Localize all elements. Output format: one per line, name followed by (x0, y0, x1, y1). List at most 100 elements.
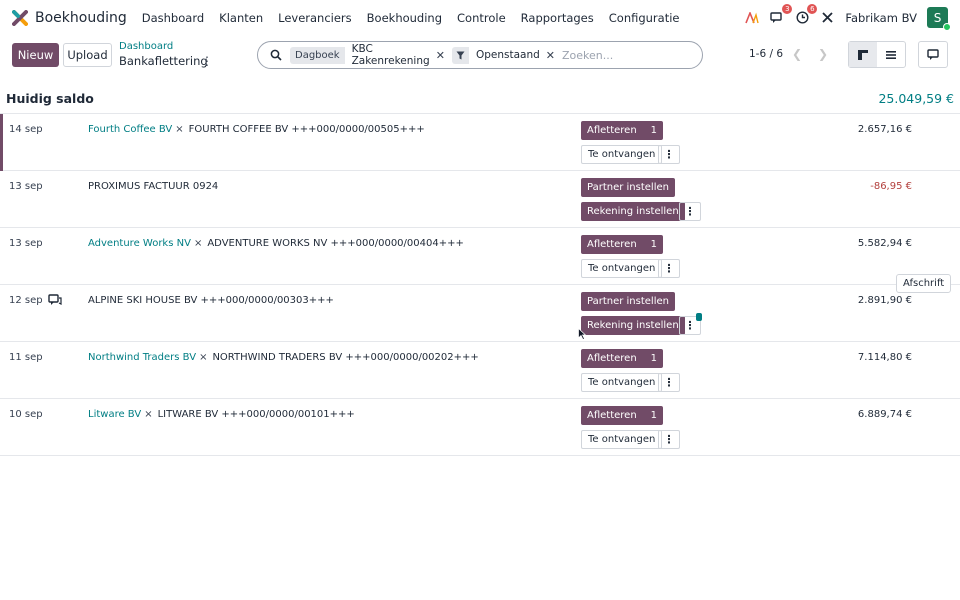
balance-label: Huidig saldo (6, 91, 94, 106)
receivable-button[interactable]: Te ontvangen (581, 259, 663, 278)
chevron-right-icon: ❯ (817, 47, 829, 61)
avatar-letter: S (933, 10, 942, 25)
line-amount: 7.114,80 € (857, 352, 912, 363)
statement-line[interactable]: 12 sep ALPINE SKI HOUSE BV +++000/0000/0… (0, 285, 960, 342)
statement-line[interactable]: 13 sep Adventure Works NV × ADVENTURE WORK… (0, 228, 960, 285)
remove-partner-icon[interactable]: × (175, 124, 183, 135)
activities-clock-icon[interactable]: 6 (794, 3, 818, 26)
menu-item-configuratie[interactable]: Configuratie (609, 11, 680, 25)
receivable-button[interactable]: Te ontvangen (581, 145, 663, 164)
menu-item-controle[interactable]: Controle (457, 11, 506, 25)
statement-line[interactable]: 11 sep Northwind Traders BV × NORTHWIND TR… (0, 342, 960, 399)
more-actions-icon[interactable]: ⋮ (658, 373, 680, 392)
line-label: Fourth Coffee BV × FOURTH COFFEE BV +++000… (88, 124, 425, 135)
reconcile-button[interactable]: Afletteren 1 (581, 235, 664, 254)
receivable-button[interactable]: Te ontvangen (581, 430, 663, 449)
menu-item-leveranciers[interactable]: Leveranciers (278, 11, 352, 25)
balance-value: 25.049,59 € (878, 91, 954, 106)
line-date: 13 sep (9, 181, 43, 192)
breadcrumb-dashboard-link[interactable]: Dashboard (119, 41, 173, 52)
match-count: 1 (650, 410, 658, 421)
remove-partner-icon[interactable]: × (199, 352, 207, 363)
kanban-view-button[interactable] (849, 42, 877, 67)
chatter-toggle-button[interactable] (918, 41, 948, 68)
menu-item-dashboard[interactable]: Dashboard (142, 11, 204, 25)
more-actions-icon[interactable]: ⋮ (658, 259, 680, 278)
activities-count-badge: 6 (807, 3, 818, 14)
line-date: 14 sep (9, 124, 43, 135)
more-actions-icon[interactable]: ⋮ (679, 202, 701, 221)
statement-line[interactable]: 13 sep PROXIMUS FACTUUR 0924 Partner ins… (0, 171, 960, 228)
filter-icon (451, 46, 469, 64)
upload-button[interactable]: Upload (63, 43, 112, 67)
line-partner[interactable]: Northwind Traders BV (88, 352, 196, 363)
actions-menu-icon[interactable]: ⋮ (201, 54, 213, 68)
reconcile-button[interactable]: Afletteren 1 (581, 121, 664, 140)
line-date: 10 sep (9, 409, 43, 420)
kanban-view-icon (858, 49, 868, 60)
ai-assistant-icon[interactable] (744, 10, 760, 26)
online-status-dot (943, 23, 951, 31)
view-switcher (848, 41, 906, 68)
remove-facet-icon[interactable]: ✕ (436, 49, 445, 62)
set-partner-button[interactable]: Partner instellen (581, 178, 675, 197)
settings-tools-icon[interactable] (819, 10, 835, 26)
new-button[interactable]: Nieuw (12, 43, 59, 67)
facet-filter: Openstaand ✕ (451, 46, 555, 64)
match-count: 1 (650, 239, 658, 250)
messages-count-badge: 3 (782, 3, 793, 14)
pager-value[interactable]: 1-6 / 6 (749, 48, 783, 60)
facet-journal-value: KBC Zakenrekening (351, 43, 430, 67)
app-brand[interactable]: Boekhouding (12, 9, 127, 26)
line-date: 12 sep (9, 295, 43, 306)
navbar-systray: 3 6 Fabrikam BV S (735, 0, 951, 35)
line-amount: 5.582,94 € (857, 238, 912, 249)
line-partner[interactable]: Adventure Works NV (88, 238, 191, 249)
more-actions-icon[interactable]: ⋮ (658, 430, 680, 449)
tooltip-statement: Afschrift (896, 274, 952, 293)
pager-next-button[interactable]: ❯ (811, 42, 835, 66)
messages-icon[interactable]: 3 (769, 3, 793, 26)
chat-icon[interactable] (48, 294, 62, 308)
line-amount: 6.889,74 € (857, 409, 912, 420)
set-account-button[interactable]: Rekening instellen (581, 316, 685, 335)
user-avatar[interactable]: S (927, 7, 951, 31)
reconcile-label: Afletteren (587, 353, 637, 364)
reconcile-button[interactable]: Afletteren 1 (581, 349, 664, 368)
statement-line[interactable]: 10 sep Litware BV × LITWARE BV +++000/0000… (0, 399, 960, 456)
balance-header: Huidig saldo 25.049,59 € (0, 84, 960, 114)
statement-line[interactable]: 14 sep Fourth Coffee BV × FOURTH COFFEE BV… (0, 114, 960, 171)
page-title: Bankaflettering (119, 54, 208, 68)
reconcile-button[interactable]: Afletteren 1 (581, 406, 664, 425)
menu-item-rapportages[interactable]: Rapportages (521, 11, 594, 25)
match-count: 1 (650, 125, 658, 136)
pager-previous-button[interactable]: ❮ (785, 42, 809, 66)
search-input[interactable] (562, 48, 702, 62)
set-partner-button[interactable]: Partner instellen (581, 292, 675, 311)
search-bar[interactable]: Dagboek KBC Zakenrekening ✕ Openstaand ✕ (257, 41, 703, 69)
set-account-button[interactable]: Rekening instellen (581, 202, 685, 221)
line-partner[interactable]: Fourth Coffee BV (88, 124, 172, 135)
menu-item-boekhouding[interactable]: Boekhouding (367, 11, 442, 25)
app-logo-icon (12, 9, 28, 26)
line-reference: ADVENTURE WORKS NV +++000/0000/00404+++ (207, 238, 464, 249)
line-partner[interactable]: Litware BV (88, 409, 141, 420)
line-reference: LITWARE BV +++000/0000/00101+++ (157, 409, 355, 420)
company-switcher[interactable]: Fabrikam BV (845, 11, 917, 25)
menu-item-klanten[interactable]: Klanten (219, 11, 263, 25)
list-view-icon (886, 50, 896, 59)
remove-partner-icon[interactable]: × (144, 409, 152, 420)
line-reference: NORTHWIND TRADERS BV +++000/0000/00202++… (212, 352, 479, 363)
line-reference: FOURTH COFFEE BV +++000/0000/00505+++ (188, 124, 425, 135)
receivable-button[interactable]: Te ontvangen (581, 373, 663, 392)
remove-facet-icon[interactable]: ✕ (546, 49, 555, 62)
facet-journal-label: Dagboek (290, 46, 345, 64)
line-date: 11 sep (9, 352, 43, 363)
app-name: Boekhouding (35, 9, 127, 26)
line-label: Litware BV × LITWARE BV +++000/0000/00101+… (88, 409, 355, 420)
line-reference: PROXIMUS FACTUUR 0924 (88, 181, 219, 192)
reconcile-label: Afletteren (587, 239, 637, 250)
list-view-button[interactable] (877, 42, 905, 67)
more-actions-icon[interactable]: ⋮ (658, 145, 680, 164)
remove-partner-icon[interactable]: × (194, 238, 202, 249)
